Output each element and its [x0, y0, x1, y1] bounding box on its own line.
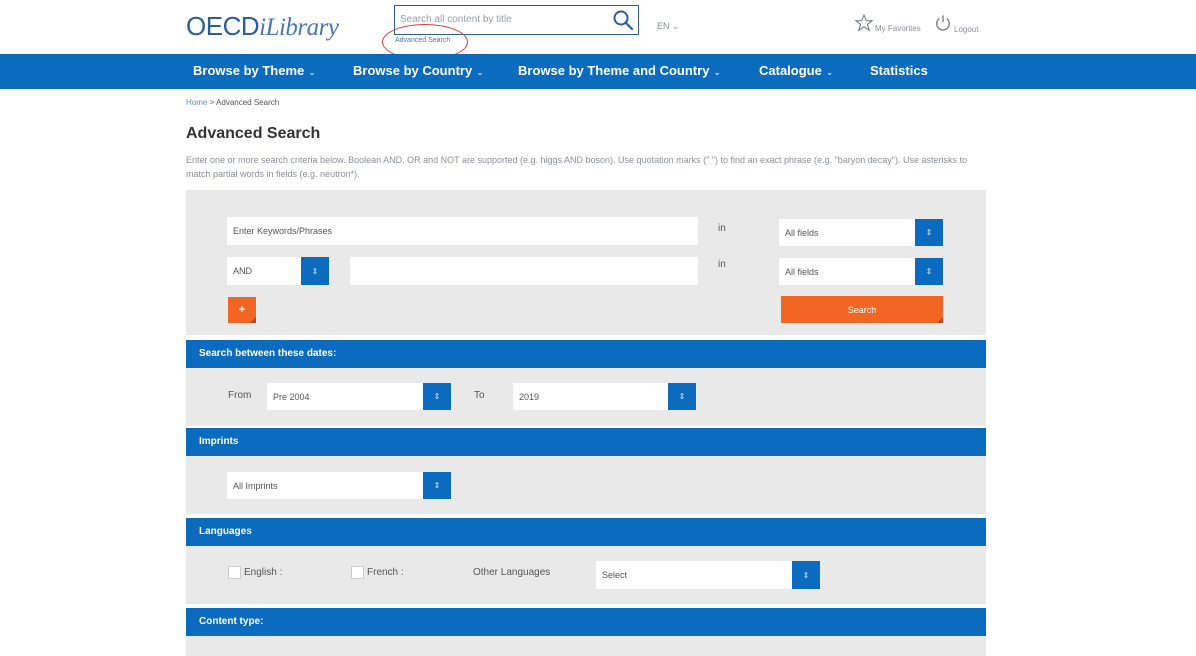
search-button[interactable]: Search	[781, 296, 943, 323]
imprints-value: All Imprints	[233, 480, 278, 491]
nav-statistics[interactable]: Statistics	[870, 63, 928, 78]
operator-select[interactable]: AND ⇕	[227, 257, 329, 285]
logout-link[interactable]: Logout	[934, 14, 978, 34]
select-arrows-icon: ⇕	[792, 561, 820, 589]
nav-catalogue[interactable]: Catalogue ⌄	[759, 63, 833, 78]
power-icon	[934, 14, 952, 34]
keywords-input-2[interactable]	[350, 257, 698, 285]
content-type-section-header: Content type:	[186, 608, 986, 636]
operator-value: AND	[233, 266, 253, 276]
imprints-section-header: Imprints	[186, 428, 986, 456]
select-arrows-icon: ⇕	[915, 219, 943, 246]
french-label: French :	[367, 567, 404, 578]
select-arrows-icon: ⇕	[668, 383, 696, 410]
field-select-2[interactable]: All fields ⇕	[779, 258, 943, 285]
from-label: From	[228, 390, 252, 401]
dates-section-header: Search between these dates:	[186, 340, 986, 368]
other-languages-select[interactable]: Select ⇕	[596, 561, 820, 589]
star-icon	[854, 13, 874, 33]
nav-label: Browse by Theme	[193, 63, 305, 78]
oecd-ilibrary-logo[interactable]: OECDiLibrary	[186, 10, 339, 44]
other-languages-label: Other Languages	[473, 567, 551, 578]
field-select-value: All fields	[785, 266, 819, 277]
to-date-value: 2019	[519, 391, 540, 402]
nav-label: Catalogue	[759, 63, 822, 78]
page-title: Advanced Search	[186, 125, 321, 142]
logout-label: Logout	[954, 25, 979, 34]
nav-browse-by-country[interactable]: Browse by Country ⌄	[353, 63, 484, 78]
languages-panel	[186, 546, 986, 604]
languages-section-header: Languages	[186, 518, 986, 546]
search-icon[interactable]	[612, 9, 634, 31]
french-checkbox[interactable]	[351, 566, 364, 579]
content-type-panel	[186, 636, 986, 656]
to-date-select[interactable]: 2019 ⇕	[513, 383, 696, 410]
search-button-label: Search	[847, 304, 877, 315]
search-instructions: Enter one or more search criteria below.…	[186, 155, 967, 179]
other-languages-value: Select	[602, 570, 628, 580]
nav-browse-by-theme-and-country[interactable]: Browse by Theme and Country ⌄	[518, 63, 721, 78]
keywords-input[interactable]: Enter Keywords/Phrases	[227, 217, 698, 245]
in-label: in	[718, 259, 726, 270]
imprints-select[interactable]: All Imprints ⇕	[227, 472, 451, 499]
breadcrumb: Home > Advanced Search	[186, 98, 279, 107]
select-arrows-icon: ⇕	[301, 257, 329, 285]
chevron-down-icon: ⌄	[825, 67, 834, 77]
from-date-value: Pre 2004	[273, 391, 310, 402]
select-arrows-icon: ⇕	[423, 383, 451, 410]
chevron-down-icon: ⌄	[308, 67, 316, 77]
main-navigation: Browse by Theme ⌄ Browse by Country ⌄ Brow…	[0, 54, 1196, 89]
nav-label: Statistics	[870, 63, 928, 78]
breadcrumb-home[interactable]: Home	[186, 98, 207, 107]
from-date-select[interactable]: Pre 2004 ⇕	[267, 383, 451, 410]
favorites-label: My Favorites	[875, 24, 921, 33]
field-select-value: All fields	[785, 227, 819, 238]
chevron-down-icon: ⌄	[476, 67, 484, 77]
my-favorites-link[interactable]: My Favorites	[854, 13, 921, 33]
breadcrumb-separator: >	[207, 98, 217, 107]
english-label: English :	[244, 567, 283, 578]
logo-script-text: iLibrary	[259, 14, 339, 41]
plus-icon: +	[238, 304, 246, 316]
nav-label: Browse by Country	[353, 63, 473, 78]
keywords-placeholder: Enter Keywords/Phrases	[233, 226, 333, 236]
language-selector[interactable]: EN ⌄	[657, 21, 680, 32]
nav-label: Browse by Theme and Country	[518, 63, 710, 78]
in-label: in	[718, 223, 726, 234]
select-arrows-icon: ⇕	[423, 472, 451, 499]
select-arrows-icon: ⇕	[915, 258, 943, 285]
chevron-down-icon: ⌄	[713, 67, 721, 77]
add-criteria-button[interactable]: +	[228, 297, 256, 323]
logo-text: OECD	[186, 11, 260, 41]
nav-browse-by-theme[interactable]: Browse by Theme ⌄	[193, 63, 316, 78]
field-select-1[interactable]: All fields ⇕	[779, 219, 943, 246]
to-label: To	[474, 390, 485, 401]
english-checkbox[interactable]	[228, 566, 241, 579]
breadcrumb-current: Advanced Search	[216, 98, 280, 107]
